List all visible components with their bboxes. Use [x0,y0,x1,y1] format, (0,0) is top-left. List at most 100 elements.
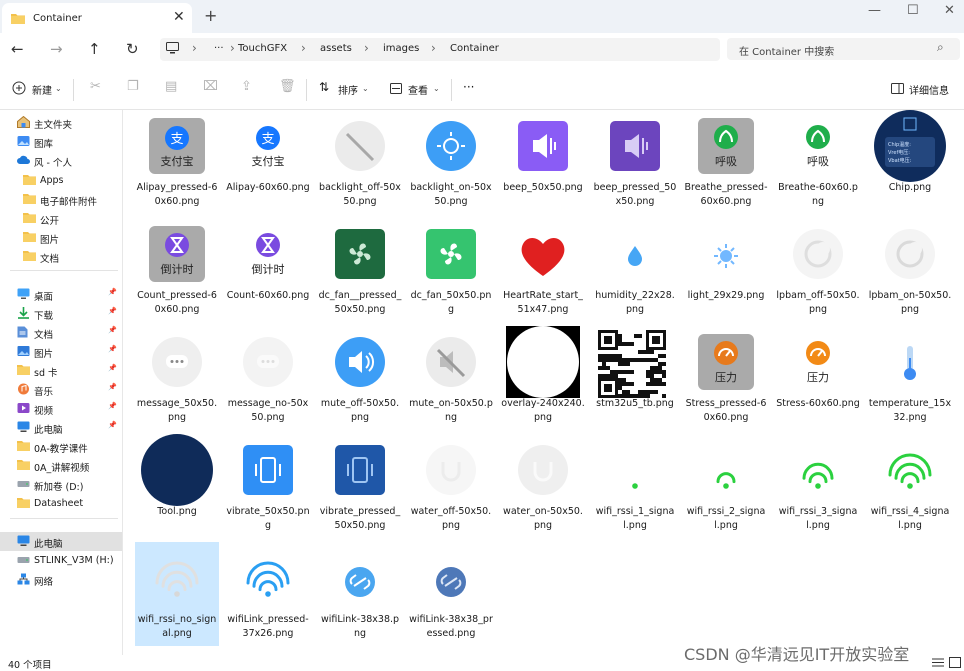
file-item[interactable]: 压力 Stress_pressed-60x60.png [684,326,768,430]
more-options-button[interactable]: ··· [463,80,474,94]
share-icon[interactable]: ⇪ [241,79,252,94]
file-item[interactable]: wifi_rssi_1_signal.png [593,434,677,538]
sidebar-item[interactable]: 网络 [0,570,122,589]
file-item[interactable]: stm32u5_tb.png [593,326,677,430]
breadcrumb-item[interactable]: TouchGFX [238,43,287,54]
sidebar-item[interactable]: 主文件夹 [0,113,122,132]
file-item[interactable]: lpbam_on-50x50.png [868,218,952,322]
paste-icon[interactable]: ▤ [165,79,177,94]
new-button[interactable]: 新建 [32,82,52,97]
search-input[interactable]: 在 Container 中搜索 ⌕ [727,38,960,60]
file-item[interactable]: water_off-50x50.png [409,434,493,538]
sidebar-item[interactable]: 此电脑 [0,532,122,551]
file-item[interactable]: wifiLink-38x38.png [318,542,402,646]
sidebar-item[interactable]: Apps [0,171,122,190]
copy-icon[interactable]: ❐ [127,79,139,94]
file-item[interactable]: 倒计时 Count_pressed-60x60.png [135,218,219,322]
file-item[interactable]: 倒计时 Count-60x60.png [226,218,310,322]
file-item[interactable]: dc_fan__pressed_50x50.png [318,218,402,322]
file-item[interactable]: dc_fan_50x50.png [409,218,493,322]
file-item[interactable]: mute_off-50x50.png [318,326,402,430]
sidebar-item[interactable]: 桌面 📌 [0,285,122,304]
pin-icon[interactable]: 📌 [108,307,117,315]
sidebar-item[interactable]: 0A_讲解视频 [0,456,122,475]
details-view-icon[interactable] [932,657,944,668]
file-item[interactable]: beep_50x50.png [501,110,585,214]
file-item[interactable]: mute_on-50x50.png [409,326,493,430]
file-item[interactable]: 呼吸 Breathe_pressed-60x60.png [684,110,768,214]
file-item[interactable]: light_29x29.png [684,218,768,322]
pin-icon[interactable]: 📌 [108,421,117,429]
rename-icon[interactable]: ⌧ [203,79,218,94]
sidebar-item[interactable]: 图片 [0,228,122,247]
file-item[interactable]: wifi_rssi_no_signal.png [135,542,219,646]
breadcrumb[interactable]: › ··· › TouchGFX › assets › images › Con… [160,38,720,61]
file-item[interactable]: 压力 Stress-60x60.png [776,326,860,430]
pin-icon[interactable]: 📌 [108,364,117,372]
breadcrumb-item[interactable]: assets [320,43,352,54]
pin-icon[interactable]: 📌 [108,288,117,296]
file-item[interactable]: HeartRate_start_51x47.png [501,218,585,322]
refresh-icon[interactable]: ↻ [126,40,139,58]
file-item[interactable]: 呼吸 Breathe-60x60.png [776,110,860,214]
cut-icon[interactable]: ✂ [90,79,101,94]
back-icon[interactable]: ← [11,40,24,58]
sidebar-item[interactable]: 图库 [0,132,122,151]
sidebar-item[interactable]: 文档 📌 [0,323,122,342]
sidebar-item[interactable]: STLINK_V3M (H:) [0,551,122,570]
file-item[interactable]: Tool.png [135,434,219,538]
sidebar-item[interactable]: 公开 [0,209,122,228]
sidebar-item[interactable]: sd 卡 📌 [0,361,122,380]
file-item[interactable]: wifi_rssi_3_signal.png [776,434,860,538]
new-tab-button[interactable]: + [204,6,217,25]
file-item[interactable]: temperature_15x32.png [868,326,952,430]
file-item[interactable]: wifiLink_pressed-37x26.png [226,542,310,646]
sidebar-item[interactable]: 文档 [0,247,122,266]
up-icon[interactable]: ↑ [88,40,101,58]
file-item[interactable]: backlight_on-50x50.png [409,110,493,214]
details-button[interactable]: 详细信息 [909,82,949,97]
breadcrumb-item[interactable]: Container [450,43,499,54]
file-item[interactable]: wifi_rssi_4_signal.png [868,434,952,538]
file-item[interactable]: humidity_22x28.png [593,218,677,322]
large-icons-view-icon[interactable] [949,657,961,668]
file-item[interactable]: 支支付宝 Alipay-60x60.png [226,110,310,214]
close-tab-icon[interactable]: ✕ [173,9,185,25]
sidebar-item[interactable]: 图片 📌 [0,342,122,361]
file-item[interactable]: beep_pressed_50x50.png [593,110,677,214]
file-item[interactable]: wifiLink-38x38_pressed.png [409,542,493,646]
file-item[interactable]: message_no-50x50.png [226,326,310,430]
pin-icon[interactable]: 📌 [108,383,117,391]
sidebar-item[interactable]: Datasheet [0,494,122,513]
sidebar-item[interactable]: 视频 📌 [0,399,122,418]
breadcrumb-item[interactable]: images [383,43,419,54]
sidebar-item[interactable]: 风 - 个人 [0,151,122,170]
file-item[interactable]: vibrate_pressed_50x50.png [318,434,402,538]
sidebar-item[interactable]: 新加卷 (D:) [0,475,122,494]
sidebar-item[interactable]: 下载 📌 [0,304,122,323]
file-item[interactable]: 支支付宝 Alipay_pressed-60x60.png [135,110,219,214]
maximize-button[interactable]: ☐ [907,3,919,18]
tab-container[interactable]: Container ✕ [2,3,192,33]
file-item[interactable]: wifi_rssi_2_signal.png [684,434,768,538]
sidebar-item[interactable]: 0A-教学课件 [0,437,122,456]
sort-button[interactable]: 排序 [338,82,358,97]
pin-icon[interactable]: 📌 [108,345,117,353]
file-item[interactable]: message_50x50.png [135,326,219,430]
file-item[interactable]: Chip温度: Vref电压: Vbat电压: Chip.png [868,110,952,214]
file-item[interactable]: vibrate_50x50.png [226,434,310,538]
forward-icon[interactable]: → [50,40,63,58]
sidebar-item[interactable]: 电子邮件附件 [0,190,122,209]
minimize-button[interactable]: — [868,3,881,18]
close-window-button[interactable]: ✕ [944,3,955,18]
file-item[interactable]: overlay-240x240.png [501,326,585,430]
file-item[interactable]: backlight_off-50x50.png [318,110,402,214]
sidebar-item[interactable]: 此电脑 📌 [0,418,122,437]
view-button[interactable]: 查看 [408,82,428,97]
file-item[interactable]: water_on-50x50.png [501,434,585,538]
sidebar-item[interactable]: 音乐 📌 [0,380,122,399]
delete-icon[interactable]: 🗑 [279,79,296,94]
file-item[interactable]: lpbam_off-50x50.png [776,218,860,322]
breadcrumb-more[interactable]: ··· [214,43,224,54]
pin-icon[interactable]: 📌 [108,326,117,334]
